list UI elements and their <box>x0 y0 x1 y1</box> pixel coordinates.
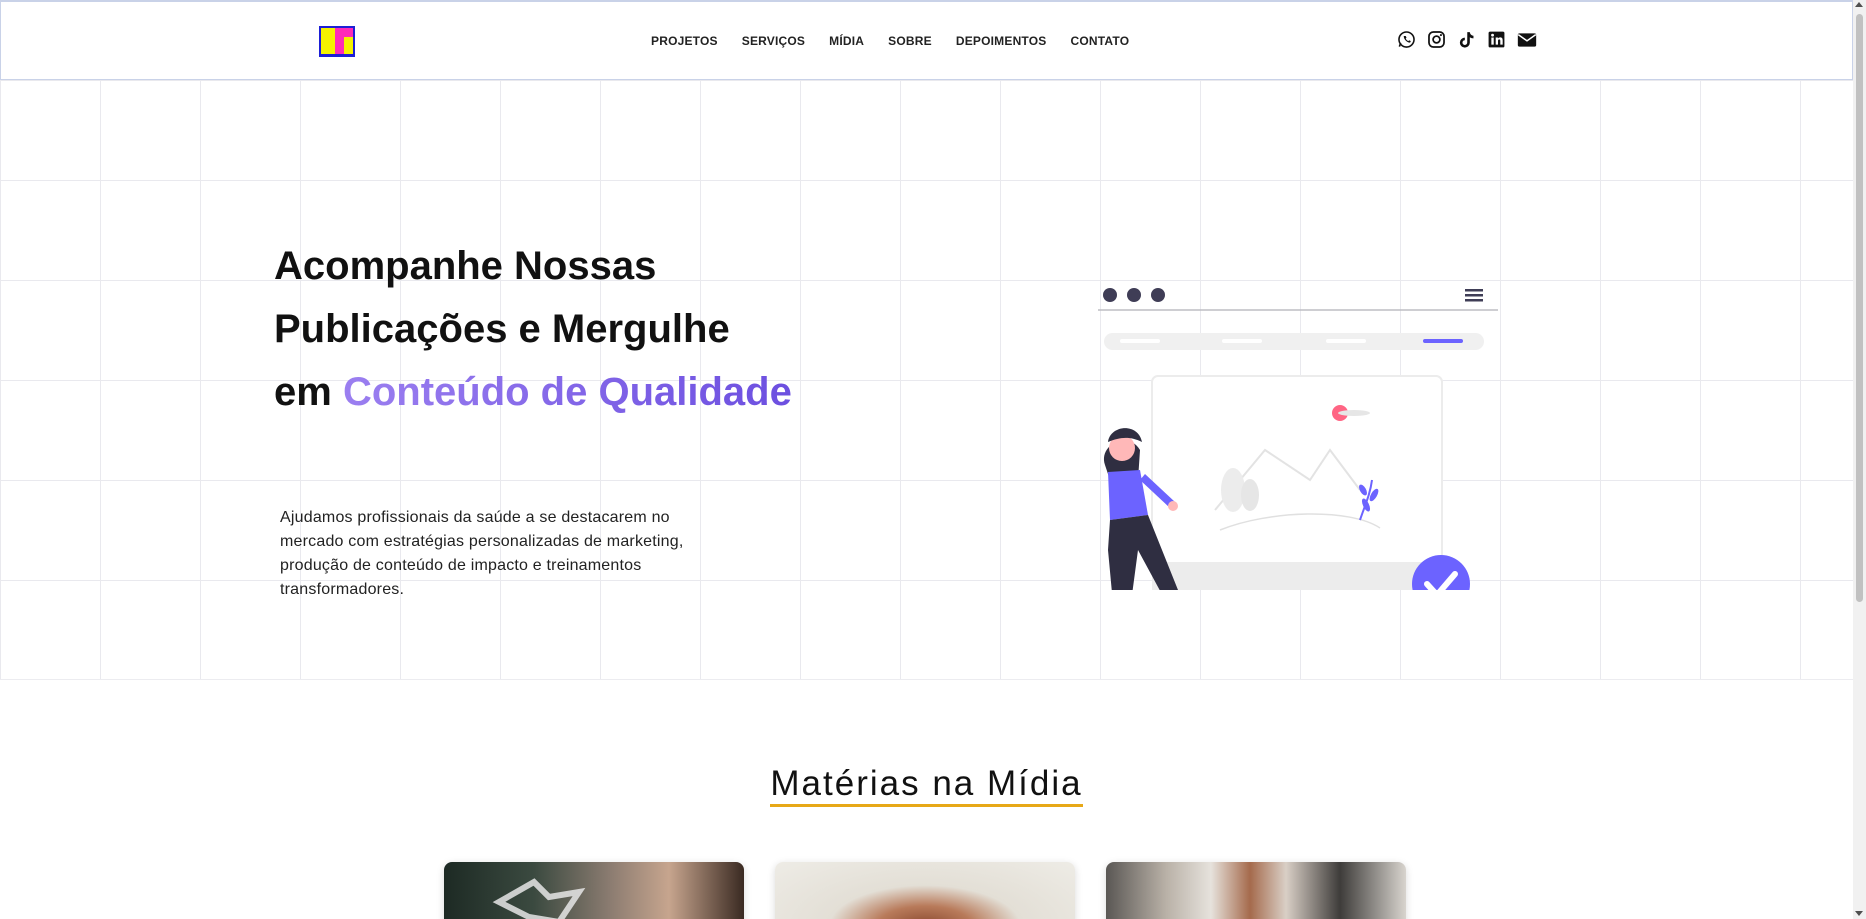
scroll-down-arrow-icon[interactable] <box>1855 911 1863 916</box>
nav-contato[interactable]: CONTATO <box>1071 34 1130 48</box>
media-title-text: Matérias na Mídia <box>770 764 1083 807</box>
hero-description: Ajudamos profissionais da saúde a se des… <box>280 509 684 598</box>
media-card-3[interactable] <box>1106 862 1406 919</box>
media-card-2[interactable] <box>775 862 1075 919</box>
whatsapp-icon[interactable] <box>1396 29 1417 50</box>
media-card-1[interactable] <box>444 862 744 919</box>
page-scrollbar[interactable] <box>1853 0 1866 919</box>
linkedin-icon[interactable] <box>1486 29 1507 50</box>
media-card-3-photo <box>1106 862 1406 919</box>
nav-midia[interactable]: MÍDIA <box>829 34 864 48</box>
scroll-up-arrow-icon[interactable] <box>1855 2 1863 7</box>
media-section-title: Matérias na Mídia <box>0 764 1853 807</box>
media-cards <box>444 862 1406 919</box>
media-card-2-photo <box>775 862 1075 919</box>
instagram-icon[interactable] <box>1426 29 1447 50</box>
hero-section: Acompanhe Nossas Publicações e Mergulhe … <box>0 80 1853 680</box>
hero-title-accent: Conteúdo de Qualidade <box>342 370 792 414</box>
nav-projetos[interactable]: PROJETOS <box>651 34 718 48</box>
email-icon[interactable] <box>1516 29 1537 50</box>
brand-logo[interactable] <box>319 26 355 57</box>
site-header: PROJETOS SERVIÇOS MÍDIA SOBRE DEPOIMENTO… <box>0 0 1853 80</box>
nav-sobre[interactable]: SOBRE <box>888 34 932 48</box>
nav-depoimentos[interactable]: DEPOIMENTOS <box>956 34 1047 48</box>
scroll-thumb[interactable] <box>1856 14 1863 602</box>
main-nav: PROJETOS SERVIÇOS MÍDIA SOBRE DEPOIMENTO… <box>651 34 1153 48</box>
hero-title: Acompanhe Nossas Publicações e Mergulhe … <box>274 235 794 424</box>
social-links <box>1396 29 1537 50</box>
hero-illustration <box>1020 190 1500 649</box>
tiktok-icon[interactable] <box>1456 29 1477 50</box>
nav-servicos[interactable]: SERVIÇOS <box>742 34 805 48</box>
